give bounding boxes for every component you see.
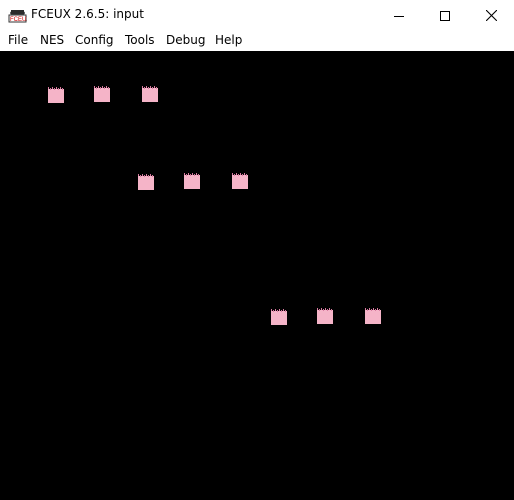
menu-file[interactable]: File [8,33,28,47]
pink-sprite [365,308,381,324]
menu-tools[interactable]: Tools [125,33,155,47]
menu-help[interactable]: Help [215,33,242,47]
pink-sprite [48,87,64,103]
close-button[interactable] [468,0,514,31]
window-title: FCEUX 2.6.5: input [31,7,144,21]
pink-sprite [94,86,110,102]
pink-sprite [142,86,158,102]
pink-sprite [317,308,333,324]
maximize-icon [440,10,450,21]
fceux-logo-icon[interactable]: FCEUX [8,6,30,25]
svg-text:FCEUX: FCEUX [10,17,27,23]
fceux-window: FCEUX FCEUX 2.6.5: input File NES Config… [0,0,514,500]
menu-bar: File NES Config Tools Debug Help [0,31,514,50]
pink-sprite [232,173,248,189]
close-icon [485,10,497,21]
menu-config[interactable]: Config [75,33,114,47]
menu-debug[interactable]: Debug [166,33,205,47]
pink-sprite [138,174,154,190]
pink-sprite [184,173,200,189]
game-screen[interactable] [0,51,514,500]
menu-nes[interactable]: NES [40,33,64,47]
pink-sprite [271,309,287,325]
minimize-button[interactable] [376,0,422,31]
maximize-button[interactable] [422,0,468,31]
title-bar[interactable]: FCEUX FCEUX 2.6.5: input [0,0,514,31]
minimize-icon [394,15,404,17]
